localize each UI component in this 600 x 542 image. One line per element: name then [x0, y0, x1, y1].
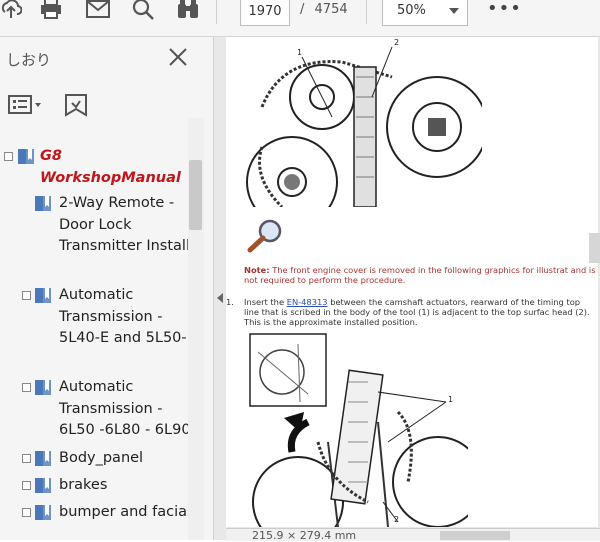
- bookmark-label: Body_panel: [59, 450, 144, 466]
- step-text: Insert the EN-48313 between the camshaft…: [244, 297, 594, 327]
- chevron-down-icon: [449, 8, 459, 14]
- document-viewport[interactable]: 1 2 Note: The front engine cover is remo…: [214, 37, 600, 540]
- bookmark-label: Automatic Transmission - 6L50 -6L80 - 6L…: [59, 379, 191, 438]
- bookmark-root-label: G8 WorkshopManual: [40, 148, 181, 186]
- note-label: Note:: [244, 265, 270, 275]
- bookmark-options-icon[interactable]: [8, 95, 44, 119]
- expand-toggle[interactable]: [22, 291, 31, 300]
- bookmarks-toolbar: [0, 81, 213, 121]
- page-size-readout: 215.9 × 279.4 mm: [252, 529, 357, 542]
- tool-install-diagram: 1 2: [249, 333, 468, 527]
- panel-collapse-arrow-icon[interactable]: [215, 288, 225, 303]
- page-number-input[interactable]: 1970: [240, 0, 290, 26]
- expand-toggle[interactable]: [22, 383, 31, 392]
- bookmark-icon: [34, 477, 54, 499]
- zoom-value: 50%: [397, 3, 426, 18]
- expand-toggle[interactable]: [22, 481, 31, 490]
- tool-link[interactable]: EN-48313: [287, 297, 328, 307]
- bookmark-label: bumper and facias: [59, 504, 195, 520]
- close-icon[interactable]: [166, 45, 190, 69]
- bookmark-icon: [34, 287, 54, 309]
- callout-label: 1: [297, 48, 302, 57]
- page-total: / 4754: [300, 2, 348, 17]
- magnifier-icon: [247, 219, 282, 253]
- main-toolbar: 1970 / 4754 50% •••: [0, 0, 600, 37]
- search-icon[interactable]: [128, 0, 158, 24]
- bookmark-icon: [34, 450, 54, 472]
- bookmark-add-icon[interactable]: [62, 93, 90, 123]
- bookmark-label: 2-Way Remote - Door Lock Transmitter Ins…: [59, 195, 190, 254]
- horizontal-scrollbar-thumb[interactable]: [440, 531, 510, 540]
- callout-label: 2: [394, 38, 399, 47]
- toolbar-separator: [216, 0, 217, 24]
- timing-chain-diagram: 1 2: [246, 38, 482, 207]
- bookmark-label: Automatic Transmission - 5L40-E and 5L50…: [59, 287, 196, 346]
- note-body: The front engine cover is removed in the…: [244, 265, 596, 285]
- bookmark-icon: [34, 504, 54, 526]
- callout-label: 1: [448, 395, 453, 404]
- step-text-start: Insert the: [244, 297, 285, 307]
- zoom-select[interactable]: 50%: [382, 0, 468, 26]
- binoculars-icon[interactable]: [173, 0, 203, 24]
- bookmark-icon: [34, 195, 54, 217]
- bookmarks-panel-title: しおり: [6, 51, 52, 69]
- page-total-count: 4754: [314, 2, 348, 17]
- print-icon[interactable]: [36, 0, 66, 24]
- upload-icon[interactable]: [0, 0, 26, 24]
- expand-toggle[interactable]: [22, 454, 31, 463]
- document-page: 1 2 Note: The front engine cover is remo…: [226, 37, 598, 527]
- sidebar-scrollbar-thumb[interactable]: [189, 160, 202, 230]
- page-separator: /: [300, 2, 305, 17]
- bookmark-label: brakes: [59, 477, 108, 493]
- step-number: 1.: [226, 297, 234, 307]
- bookmark-icon: [34, 379, 54, 401]
- expand-toggle[interactable]: [22, 508, 31, 517]
- note-text: Note: The front engine cover is removed …: [244, 265, 598, 285]
- toolbar-separator: [366, 0, 367, 24]
- mail-icon[interactable]: [83, 0, 113, 24]
- callout-label: 2: [394, 515, 399, 524]
- bookmarks-panel: しおり G8 WorkshopManual 2-Way Remote - Doo…: [0, 37, 214, 540]
- bookmark-icon: [17, 148, 37, 170]
- more-options-button[interactable]: •••: [487, 0, 522, 19]
- collapse-toggle[interactable]: [4, 152, 13, 161]
- document-scrollbar-thumb[interactable]: [589, 233, 600, 263]
